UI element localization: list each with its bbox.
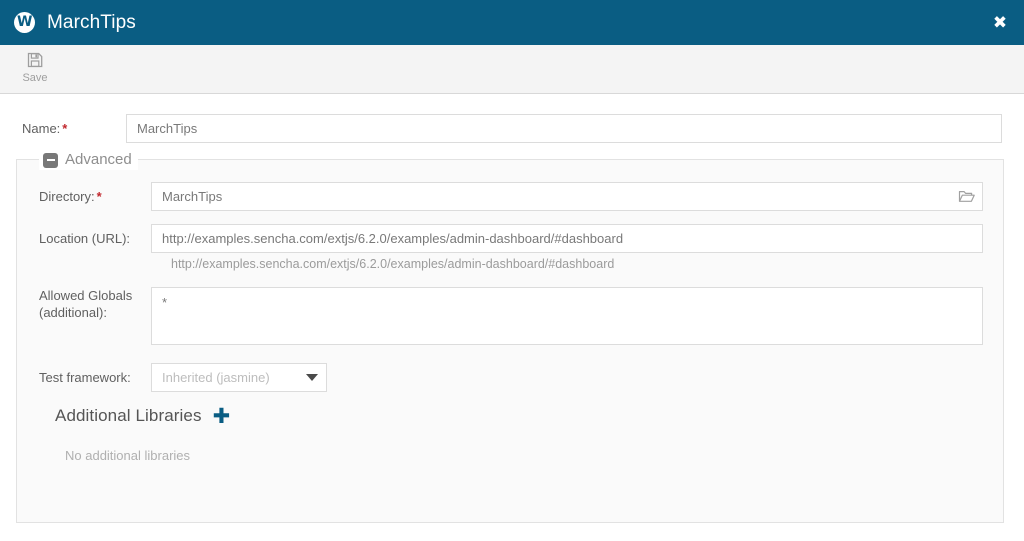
test-framework-label: Test framework: <box>39 370 131 385</box>
additional-libraries-title: Additional Libraries <box>55 406 202 425</box>
name-row: Name: * <box>0 94 1024 143</box>
save-button[interactable]: Save <box>12 45 58 85</box>
allowed-globals-label-line2: (additional): <box>39 305 107 320</box>
window-title: MarchTips <box>47 11 136 33</box>
close-icon[interactable]: ✖ <box>976 0 1024 45</box>
directory-required-marker: * <box>96 189 102 204</box>
location-row: Location (URL): <box>17 224 1003 253</box>
floppy-disk-icon <box>25 50 45 70</box>
app-logo-icon: W <box>14 12 35 33</box>
name-label: Name: * <box>22 121 126 136</box>
allowed-globals-label-line1: Allowed Globals <box>39 288 133 303</box>
allowed-globals-label: Allowed Globals (additional): <box>39 287 151 321</box>
location-url-input[interactable] <box>151 224 983 253</box>
form-body: Name:* Advanced Directory:* <box>0 94 1024 541</box>
advanced-legend: Advanced <box>39 150 138 170</box>
advanced-legend-label: Advanced <box>65 151 132 168</box>
additional-libraries-empty-text: No additional libraries <box>65 448 191 463</box>
allowed-globals-textarea[interactable]: * <box>151 287 983 345</box>
allowed-globals-row: Allowed Globals (additional): * <box>17 287 1003 345</box>
test-framework-value: Inherited (jasmine) <box>162 370 270 385</box>
directory-input[interactable] <box>151 182 983 211</box>
name-required-marker: * <box>62 121 68 136</box>
add-library-icon[interactable]: ✚ <box>213 405 231 426</box>
name-input[interactable] <box>126 114 1002 143</box>
name-label-text: Name: <box>22 121 61 136</box>
collapse-toggle-icon[interactable] <box>43 152 58 168</box>
test-framework-select[interactable]: Inherited (jasmine) <box>151 363 327 392</box>
main-toolbar: Save <box>0 45 1024 94</box>
window-titlebar: W MarchTips ✖ <box>0 0 1024 45</box>
folder-open-icon[interactable] <box>950 183 982 210</box>
location-hint: http://examples.sencha.com/extjs/6.2.0/e… <box>171 257 615 271</box>
directory-label: Directory: * <box>39 188 151 205</box>
save-button-label: Save <box>22 72 48 84</box>
chevron-down-icon[interactable] <box>306 374 318 381</box>
allowed-globals-input-wrap: * <box>151 287 983 345</box>
directory-label-text: Directory: <box>39 189 95 204</box>
test-framework-row: Test framework: Inherited (jasmine) <box>17 363 1003 392</box>
directory-input-wrap <box>151 182 983 211</box>
location-input-wrap <box>151 224 983 253</box>
additional-libraries-header: Additional Libraries ✚ <box>17 392 1003 426</box>
location-label: Location (URL): <box>39 231 131 246</box>
directory-row: Directory: * <box>17 182 1003 211</box>
advanced-fieldset: Advanced Directory:* Location (URL): <box>16 150 1004 523</box>
